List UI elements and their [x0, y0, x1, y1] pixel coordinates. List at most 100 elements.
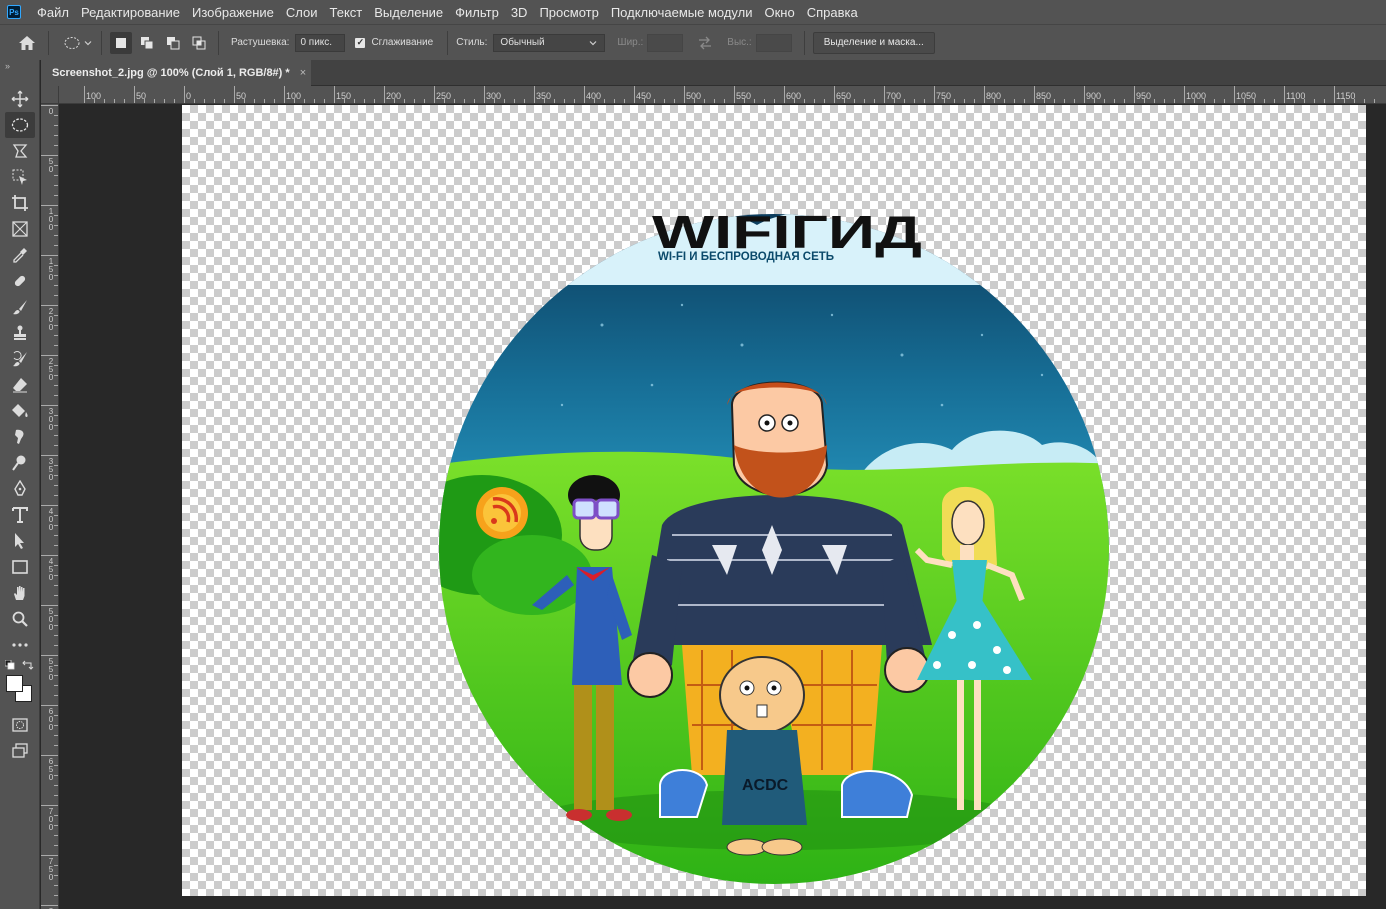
ruler-tick [1084, 86, 1085, 103]
clone-stamp-tool[interactable] [5, 320, 35, 346]
menu-window[interactable]: Окно [758, 5, 800, 20]
history-brush-tool[interactable] [5, 346, 35, 372]
document-canvas[interactable]: WIFIГИД WI-FI И БЕСПРОВОДНАЯ СЕТЬ ACDC [182, 105, 1366, 896]
history-brush-icon [13, 351, 27, 367]
crop-tool[interactable] [5, 190, 35, 216]
move-tool[interactable] [5, 86, 35, 112]
photoshop-logo-icon[interactable]: Ps [7, 5, 21, 19]
document-tab[interactable]: Screenshot_2.jpg @ 100% (Слой 1, RGB/8#)… [41, 60, 311, 86]
ruler-minor-tick [1294, 99, 1295, 103]
photoshop-window: Ps Файл Редактирование Изображение Слои … [0, 0, 1386, 909]
elliptical-marquee-tool[interactable] [5, 112, 35, 138]
smudge-tool[interactable] [5, 424, 35, 450]
collapse-panel-icon[interactable]: » [0, 60, 39, 72]
vertical-ruler[interactable]: 0 50 100 150 200 250 300 350 400 450 500 550 600 650 7… [41, 104, 59, 909]
ruler-minor-tick [54, 365, 58, 366]
ruler-tick [334, 86, 335, 103]
ruler-minor-tick [594, 99, 595, 103]
feather-input[interactable]: 0 пикс. [295, 33, 346, 52]
screen-mode-button[interactable] [5, 738, 35, 764]
new-selection-button[interactable] [110, 31, 132, 54]
eraser-tool[interactable] [5, 372, 35, 398]
separator [218, 30, 219, 55]
pen-tool[interactable] [5, 476, 35, 502]
object-select-tool[interactable] [5, 164, 35, 190]
foreground-color-swatch[interactable] [6, 675, 23, 692]
ruler-minor-tick [804, 99, 805, 103]
home-button[interactable] [14, 30, 40, 56]
ruler-minor-tick [1054, 99, 1055, 103]
ruler-minor-tick [1004, 99, 1005, 103]
ruler-tick [41, 805, 58, 806]
menu-filter[interactable]: Фильтр [449, 5, 505, 20]
select-and-mask-button[interactable]: Выделение и маска... [812, 31, 935, 54]
menu-plugins[interactable]: Подключаемые модули [605, 5, 759, 20]
ruler-minor-tick [54, 235, 58, 236]
ruler-label: 550 [48, 657, 54, 682]
ruler-origin[interactable] [41, 86, 59, 104]
ruler-minor-tick [54, 535, 58, 536]
menu-file[interactable]: Файл [31, 5, 75, 20]
menu-edit[interactable]: Редактирование [75, 5, 186, 20]
paint-bucket-tool[interactable] [5, 398, 35, 424]
menu-view[interactable]: Просмотр [533, 5, 604, 20]
style-select[interactable]: Обычный [493, 33, 606, 52]
antialias-checkbox[interactable]: ✓ [355, 37, 366, 48]
ruler-minor-tick [364, 99, 365, 103]
horizontal-ruler[interactable]: 100 50 0 50 100 150 200 250 300 350 400 450 500 550 60… [59, 86, 1386, 104]
ruler-minor-tick [614, 99, 615, 103]
dodge-tool[interactable] [5, 450, 35, 476]
height-input[interactable] [755, 33, 792, 52]
ruler-minor-tick [194, 99, 195, 103]
menu-3d[interactable]: 3D [505, 5, 534, 20]
healing-brush-tool[interactable] [5, 268, 35, 294]
type-tool[interactable] [5, 502, 35, 528]
frame-tool[interactable] [5, 216, 35, 242]
ruler-minor-tick [1204, 99, 1205, 103]
ruler-minor-tick [1364, 99, 1365, 103]
ruler-minor-tick [54, 335, 58, 336]
ruler-minor-tick [54, 145, 58, 146]
lasso-tool[interactable] [5, 138, 35, 164]
path-select-tool[interactable] [5, 528, 35, 554]
add-selection-button[interactable] [136, 32, 158, 54]
subtract-selection-button[interactable] [162, 32, 184, 54]
default-colors-icon[interactable] [5, 660, 15, 670]
ruler-minor-tick [964, 99, 965, 103]
swap-colors-icon[interactable] [22, 660, 34, 670]
ruler-minor-tick [54, 465, 58, 466]
swap-dimensions-icon[interactable] [697, 36, 713, 50]
ruler-minor-tick [54, 795, 58, 796]
close-tab-icon[interactable]: × [300, 67, 306, 79]
chevron-down-icon [589, 40, 597, 45]
ruler-minor-tick [54, 565, 58, 566]
ruler-minor-tick [814, 99, 815, 103]
menu-image[interactable]: Изображение [186, 5, 280, 20]
width-input[interactable] [647, 33, 684, 52]
hand-tool[interactable] [5, 580, 35, 606]
brush-tool[interactable] [5, 294, 35, 320]
eyedropper-tool[interactable] [5, 242, 35, 268]
ruler-minor-tick [54, 665, 58, 666]
intersect-selection-icon [192, 36, 206, 49]
menu-help[interactable]: Справка [801, 5, 864, 20]
ruler-minor-tick [54, 585, 58, 586]
feather-label: Растушевка: [231, 37, 290, 48]
intersect-selection-button[interactable] [188, 32, 210, 54]
ruler-minor-tick [54, 765, 58, 766]
menu-type[interactable]: Текст [324, 5, 369, 20]
quick-mask-button[interactable] [5, 712, 35, 738]
menu-select[interactable]: Выделение [368, 5, 449, 20]
ruler-minor-tick [54, 645, 58, 646]
ruler-minor-tick [604, 99, 605, 103]
menu-layers[interactable]: Слои [280, 5, 324, 20]
zoom-tool[interactable] [5, 606, 35, 632]
rectangle-tool[interactable] [5, 554, 35, 580]
ruler-tick [1284, 86, 1285, 103]
ruler-minor-tick [1164, 99, 1165, 103]
ruler-minor-tick [554, 99, 555, 103]
more-tools[interactable] [5, 632, 35, 658]
ruler-tick [584, 86, 585, 103]
tool-preset-picker[interactable] [63, 35, 93, 51]
pen-icon [14, 480, 26, 496]
